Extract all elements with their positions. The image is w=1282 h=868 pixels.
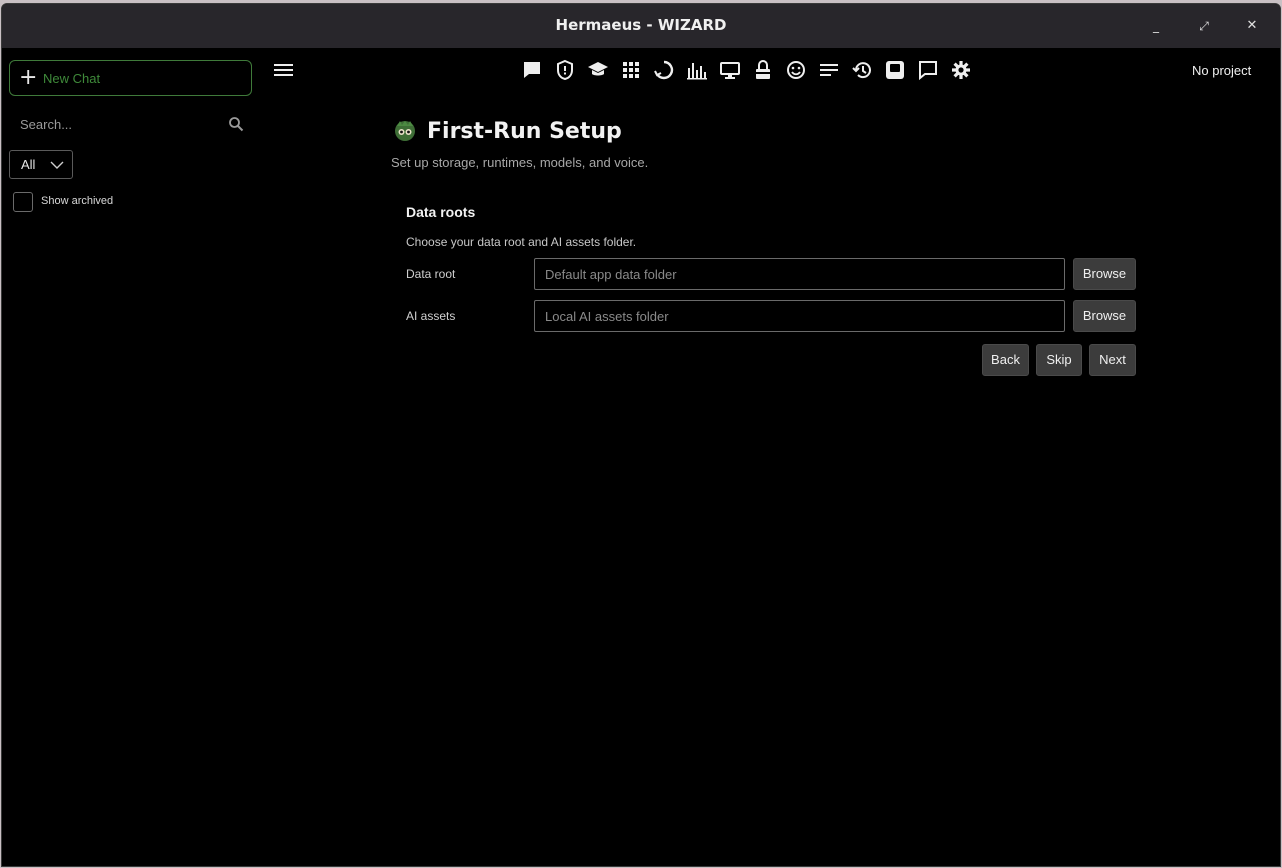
back-button[interactable]: Back <box>982 344 1029 376</box>
comment-icon[interactable] <box>917 59 939 81</box>
skip-button[interactable]: Skip <box>1036 344 1082 376</box>
refresh-circle-icon[interactable] <box>653 59 675 81</box>
app-window: Hermaeus - WIZARD _ ⤢ ✕ + New Chat Searc… <box>1 3 1281 867</box>
project-selector[interactable]: No project <box>1192 63 1272 78</box>
section-description: Choose your data root and AI assets fold… <box>406 235 637 249</box>
ai-assets-browse-button[interactable]: Browse <box>1073 300 1136 332</box>
ai-assets-label: AI assets <box>406 309 456 323</box>
window-title: Hermaeus - WIZARD <box>555 16 727 34</box>
chevron-down-icon <box>50 161 64 169</box>
show-archived-checkbox[interactable] <box>13 192 33 212</box>
page-title: First-Run Setup <box>427 119 622 144</box>
ai-assets-input[interactable] <box>534 300 1065 332</box>
menu-button[interactable] <box>274 61 294 81</box>
maximize-button[interactable]: ⤢ <box>1194 16 1214 36</box>
page-subtitle: Set up storage, runtimes, models, and vo… <box>391 155 649 170</box>
monitor-icon[interactable] <box>719 59 741 81</box>
search-box[interactable]: Search... <box>20 114 246 136</box>
text-lines-icon[interactable] <box>818 59 840 81</box>
smiley-icon[interactable] <box>785 59 807 81</box>
data-root-label: Data root <box>406 267 456 281</box>
section-title: Data roots <box>406 204 476 220</box>
app-logo-icon <box>395 121 415 141</box>
data-root-input[interactable] <box>534 258 1065 290</box>
show-archived-label: Show archived <box>41 195 114 207</box>
close-button[interactable]: ✕ <box>1242 16 1262 36</box>
search-icon[interactable] <box>228 116 244 132</box>
title-bar[interactable]: Hermaeus - WIZARD _ ⤢ ✕ <box>2 4 1280 48</box>
filter-value: All <box>21 157 36 172</box>
filter-dropdown[interactable]: All <box>9 150 73 179</box>
new-chat-label: New Chat <box>43 71 101 86</box>
new-chat-button[interactable]: + New Chat <box>9 60 252 96</box>
plus-icon: + <box>19 65 38 90</box>
graduation-cap-icon[interactable] <box>587 59 609 81</box>
data-root-browse-button[interactable]: Browse <box>1073 258 1136 290</box>
chat-icon[interactable] <box>521 59 543 81</box>
shield-icon[interactable] <box>554 59 576 81</box>
history-icon[interactable] <box>851 59 873 81</box>
search-input[interactable]: Search... <box>20 117 72 132</box>
active-panel-icon[interactable] <box>884 59 906 81</box>
bar-chart-icon[interactable] <box>686 59 708 81</box>
next-button[interactable]: Next <box>1089 344 1136 376</box>
gear-icon[interactable] <box>950 59 972 81</box>
apps-grid-icon[interactable] <box>620 59 642 81</box>
lock-icon[interactable] <box>752 59 774 81</box>
minimize-button[interactable]: _ <box>1146 16 1166 36</box>
